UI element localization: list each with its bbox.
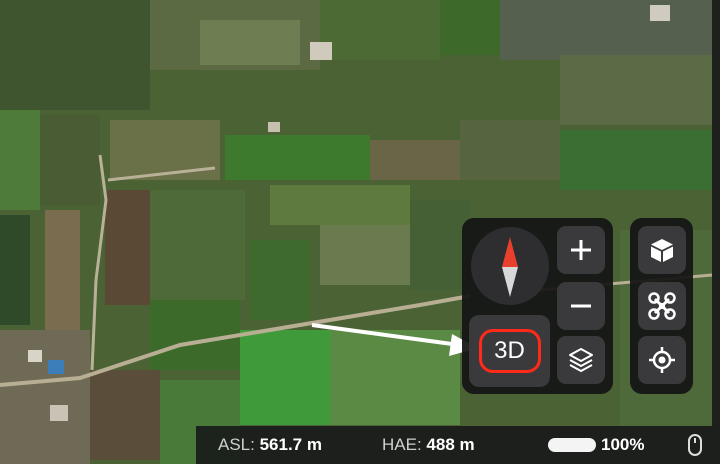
hae-readout: HAE: 488 m xyxy=(382,435,475,455)
drone-button[interactable] xyxy=(638,282,686,330)
side-panel-edge xyxy=(712,0,720,426)
drone-icon xyxy=(648,292,676,320)
status-bar: ASL: 561.7 m HAE: 488 m 100% xyxy=(196,426,720,464)
mouse-icon xyxy=(688,434,702,456)
compass-needle-icon xyxy=(502,237,518,297)
view-3d-button[interactable]: 3D xyxy=(469,315,550,387)
layers-icon xyxy=(569,348,593,372)
asl-label: ASL: xyxy=(218,435,255,454)
asl-readout: ASL: 561.7 m xyxy=(218,435,322,455)
hae-label: HAE: xyxy=(382,435,422,454)
minus-icon xyxy=(571,304,591,308)
view-3d-label: 3D xyxy=(494,337,525,364)
battery-icon xyxy=(548,438,596,452)
3d-model-button[interactable] xyxy=(638,226,686,274)
asl-value: 561.7 m xyxy=(259,435,322,454)
cube-icon xyxy=(651,239,673,262)
highlight-ring: 3D xyxy=(478,329,541,373)
zoom-out-button[interactable] xyxy=(557,282,605,330)
crosshair-target-icon xyxy=(649,347,675,373)
plus-icon xyxy=(571,240,591,260)
layers-button[interactable] xyxy=(557,336,605,384)
compass-button[interactable] xyxy=(471,227,549,305)
hae-value: 488 m xyxy=(426,435,475,454)
locate-button[interactable] xyxy=(638,336,686,384)
zoom-in-button[interactable] xyxy=(557,226,605,274)
battery-percent: 100% xyxy=(601,435,645,454)
